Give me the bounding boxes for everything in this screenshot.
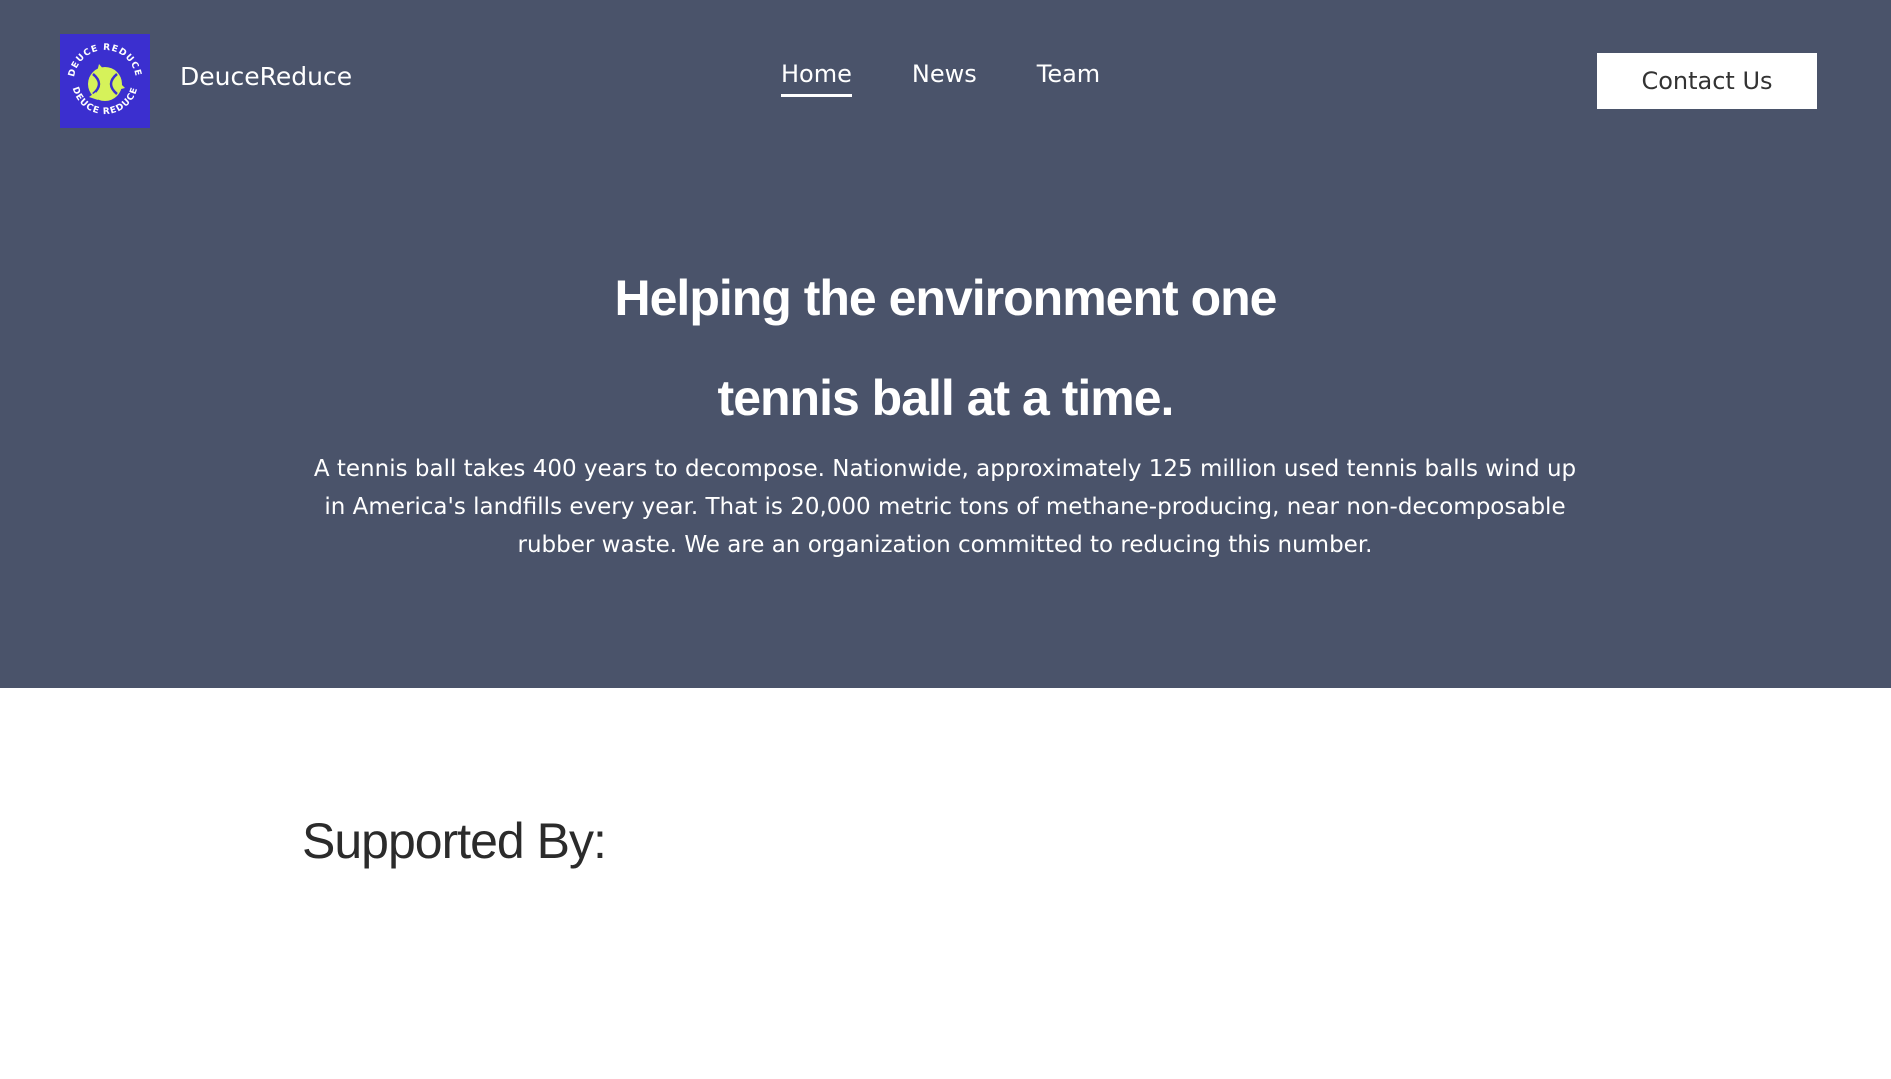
nav-item-home[interactable]: Home [781, 60, 852, 97]
hero-headline-line-1: Helping the environment one [614, 270, 1278, 326]
hero-headline: Helping the environment one tennis ball … [0, 248, 1891, 448]
hero-section: DEUCE REDUCE DEUCE REDUCE DeuceReduce Ho… [0, 0, 1891, 688]
recycle-tennis-ball-icon: DEUCE REDUCE DEUCE REDUCE [60, 34, 150, 128]
brand-name[interactable]: DeuceReduce [180, 62, 352, 91]
main-nav: Home News Team [781, 60, 1100, 97]
nav-item-team[interactable]: Team [1037, 60, 1100, 97]
hero-headline-line-2: tennis ball at a time. [717, 370, 1175, 426]
supported-by-heading: Supported By: [302, 813, 607, 869]
contact-us-button[interactable]: Contact Us [1597, 53, 1817, 109]
hero-description: A tennis ball takes 400 years to decompo… [313, 456, 1577, 558]
nav-item-news[interactable]: News [912, 60, 977, 97]
site-logo[interactable]: DEUCE REDUCE DEUCE REDUCE [60, 34, 150, 128]
